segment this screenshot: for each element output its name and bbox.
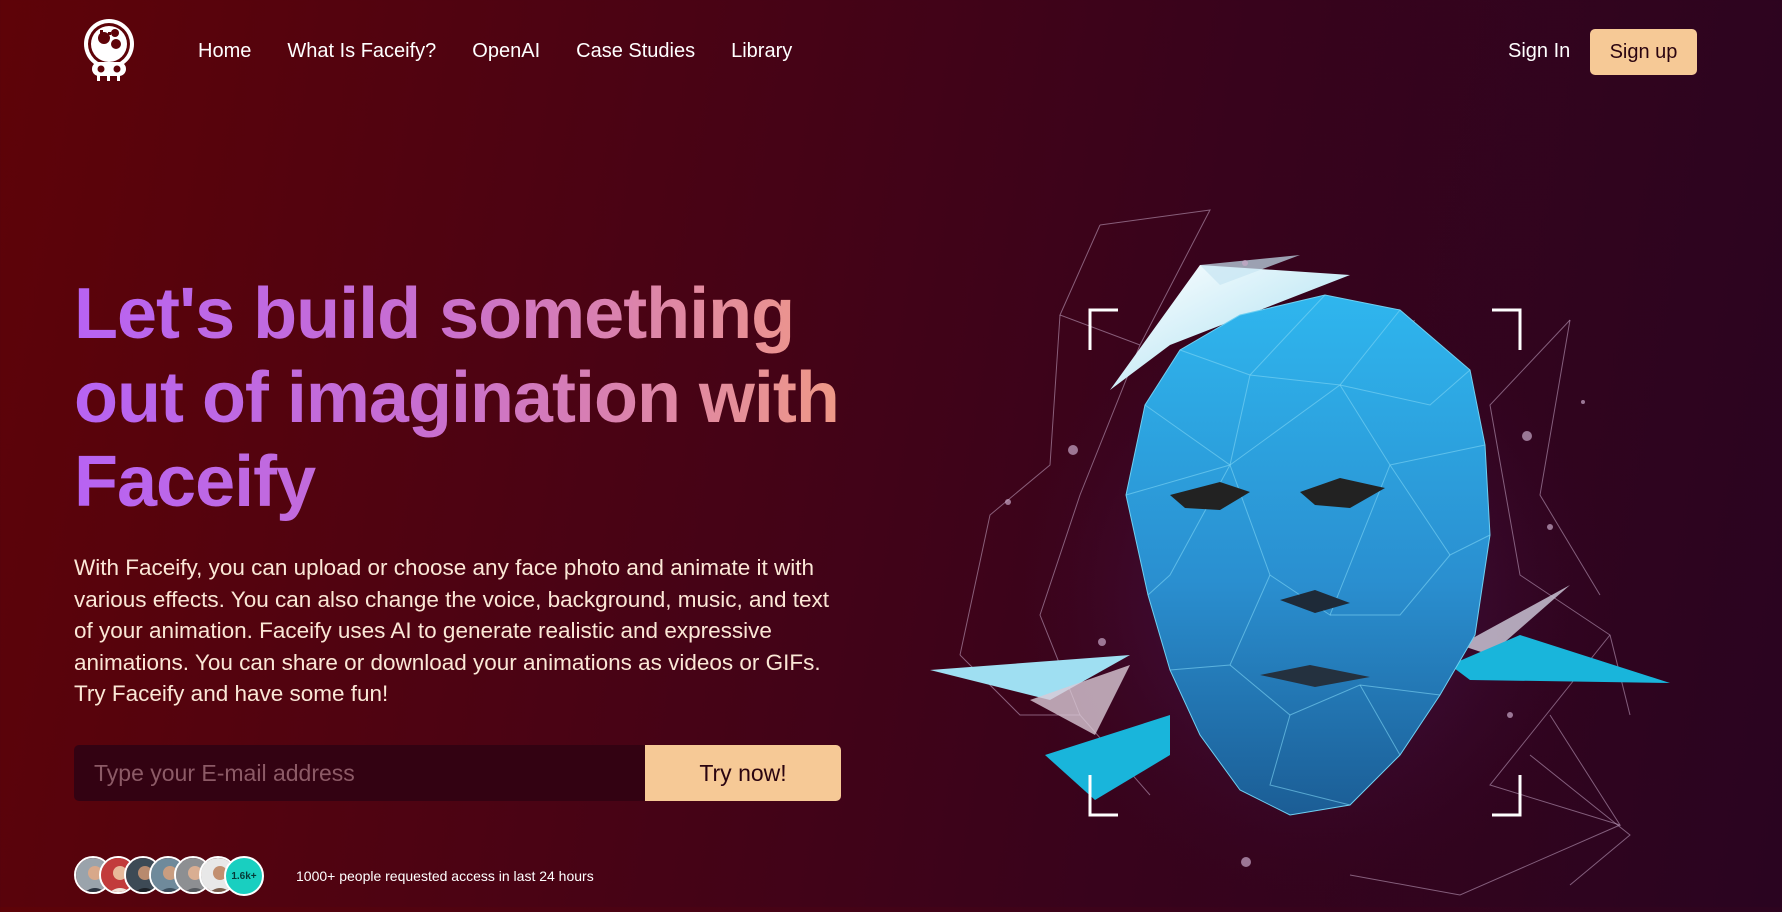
- headline-line-1: Let's build something: [74, 274, 795, 354]
- email-field-wrapper: [74, 745, 646, 801]
- try-now-button[interactable]: Try now!: [645, 745, 841, 801]
- avatar-count-badge: 1.6k+: [224, 856, 264, 896]
- faceify-logo-icon[interactable]: [82, 16, 136, 84]
- nav-what-is-faceify[interactable]: What Is Faceify?: [287, 40, 436, 63]
- social-proof-text: 1000+ people requested access in last 24…: [296, 868, 594, 884]
- low-poly-face-icon: [930, 195, 1690, 907]
- main-nav: Home What Is Faceify? OpenAI Case Studie…: [198, 40, 792, 63]
- nav-openai[interactable]: OpenAI: [472, 40, 540, 63]
- headline-line-2: out of imagination with: [74, 358, 839, 438]
- headline-line-3: Faceify: [74, 442, 316, 522]
- sign-up-button[interactable]: Sign up: [1590, 29, 1697, 75]
- nav-library[interactable]: Library: [731, 40, 792, 63]
- hero-headline: Let's build something out of imagination…: [74, 272, 854, 524]
- nav-case-studies[interactable]: Case Studies: [576, 40, 695, 63]
- nav-home[interactable]: Home: [198, 40, 251, 63]
- hero-description: With Faceify, you can upload or choose a…: [74, 555, 830, 706]
- sign-in-link[interactable]: Sign In: [1508, 40, 1570, 63]
- avatar-stack: 1.6k+: [74, 856, 264, 896]
- email-input[interactable]: [74, 745, 646, 801]
